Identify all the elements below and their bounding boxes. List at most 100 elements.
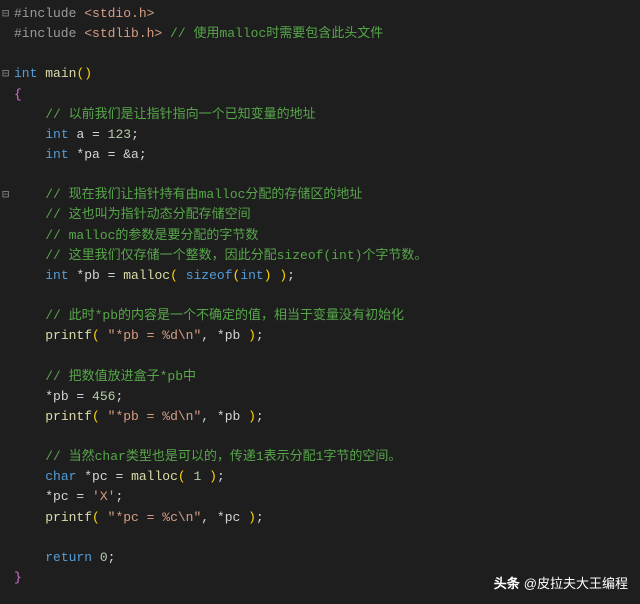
token-kw: int — [45, 268, 68, 283]
fold-marker — [0, 326, 14, 346]
token-paren: ) — [209, 469, 217, 484]
token-punc — [240, 510, 248, 525]
token-brace: { — [14, 87, 22, 102]
token-cmt: // 使用malloc时需要包含此头文件 — [170, 26, 383, 41]
code-line: { — [14, 85, 640, 105]
fold-marker — [0, 125, 14, 145]
token-ident: pc — [225, 510, 241, 525]
token-num: 0 — [100, 550, 108, 565]
code-line: #include <stdio.h> — [14, 4, 640, 24]
token-punc — [14, 147, 45, 162]
code-line: // 此时*pb的内容是一个不确定的值，相当于变量没有初始化 — [14, 306, 640, 326]
token-ident: pc — [92, 469, 115, 484]
fold-marker — [0, 528, 14, 548]
token-ident: pb — [53, 389, 76, 404]
code-line: // 以前我们是让指针指向一个已知变量的地址 — [14, 105, 640, 125]
token-punc — [100, 409, 108, 424]
fold-marker — [0, 346, 14, 366]
token-fn: printf — [45, 328, 92, 343]
token-punc — [14, 248, 45, 263]
token-punc — [240, 409, 248, 424]
token-punc: , * — [201, 328, 224, 343]
fold-marker — [0, 286, 14, 306]
fold-marker — [0, 266, 14, 286]
token-punc — [14, 469, 45, 484]
fold-marker — [0, 226, 14, 246]
token-punc: ; — [108, 550, 116, 565]
token-kw: char — [45, 469, 76, 484]
token-punc: , * — [201, 409, 224, 424]
token-punc — [14, 328, 45, 343]
token-punc: , * — [201, 510, 224, 525]
token-kw: int — [14, 66, 37, 81]
token-paren: ( — [92, 409, 100, 424]
token-punc: = — [76, 389, 92, 404]
token-punc: = — [115, 469, 131, 484]
token-paren: ( — [92, 510, 100, 525]
token-punc — [92, 550, 100, 565]
token-cmt: // 此时*pb的内容是一个不确定的值，相当于变量没有初始化 — [45, 308, 404, 323]
token-punc: * — [76, 469, 92, 484]
token-cmt: // 以前我们是让指针指向一个已知变量的地址 — [45, 107, 315, 122]
token-punc — [14, 308, 45, 323]
token-ident: pb — [225, 328, 241, 343]
fold-marker — [0, 568, 14, 588]
token-punc: * — [69, 268, 85, 283]
token-str: "*pb = %d\n" — [108, 409, 202, 424]
code-line: printf( "*pb = %d\n", *pb ); — [14, 326, 640, 346]
code-line: int a = 123; — [14, 125, 640, 145]
token-cmt: // 这里我们仅存储一个整数，因此分配sizeof(int)个字节数。 — [45, 248, 427, 263]
token-kw: int — [45, 147, 68, 162]
token-punc — [100, 328, 108, 343]
fold-marker[interactable]: ⊟ — [0, 4, 14, 24]
token-punc — [14, 449, 45, 464]
token-punc: ; — [287, 268, 295, 283]
watermark-author: @皮拉夫大王编程 — [524, 574, 628, 594]
token-punc — [178, 268, 186, 283]
watermark-label: 头条 — [494, 574, 520, 594]
token-inc: <stdio.h> — [84, 6, 154, 21]
code-editor: ⊟⊟⊟ #include <stdio.h>#include <stdlib.h… — [0, 0, 640, 604]
token-fn: printf — [45, 510, 92, 525]
token-paren: ( — [178, 469, 186, 484]
fold-marker[interactable]: ⊟ — [0, 64, 14, 84]
token-punc: * — [69, 147, 85, 162]
token-pp: #include — [14, 26, 84, 41]
token-paren: ) — [248, 328, 256, 343]
token-paren: ) — [248, 409, 256, 424]
code-line: // 把数值放进盒子*pb中 — [14, 367, 640, 387]
code-line — [14, 528, 640, 548]
token-fn: malloc — [123, 268, 170, 283]
fold-marker — [0, 407, 14, 427]
code-line: // 当然char类型也是可以的，传递1表示分配1字节的空间。 — [14, 447, 640, 467]
token-fn: printf — [45, 409, 92, 424]
token-str: 'X' — [92, 489, 115, 504]
token-punc: ; — [115, 389, 123, 404]
fold-marker — [0, 367, 14, 387]
token-kw: int — [45, 127, 68, 142]
token-paren: ) — [279, 268, 287, 283]
fold-marker — [0, 387, 14, 407]
token-punc — [14, 107, 45, 122]
code-line: printf( "*pc = %c\n", *pc ); — [14, 508, 640, 528]
fold-marker — [0, 145, 14, 165]
token-punc: = — [92, 127, 108, 142]
token-punc — [14, 127, 45, 142]
token-str: "*pb = %d\n" — [108, 328, 202, 343]
code-line: *pc = 'X'; — [14, 487, 640, 507]
token-punc: ; — [256, 328, 264, 343]
token-ident: pc — [53, 489, 76, 504]
token-fn: main — [45, 66, 76, 81]
code-line: char *pc = malloc( 1 ); — [14, 467, 640, 487]
token-punc — [201, 469, 209, 484]
fold-marker — [0, 306, 14, 326]
token-punc — [14, 207, 45, 222]
fold-gutter: ⊟ ⊟ ⊟ — [0, 0, 14, 604]
token-punc — [14, 510, 45, 525]
token-punc: = & — [108, 147, 131, 162]
fold-marker — [0, 85, 14, 105]
fold-marker[interactable]: ⊟ — [0, 185, 14, 205]
token-punc: ; — [115, 489, 123, 504]
code-line: int main() — [14, 64, 640, 84]
fold-marker — [0, 487, 14, 507]
